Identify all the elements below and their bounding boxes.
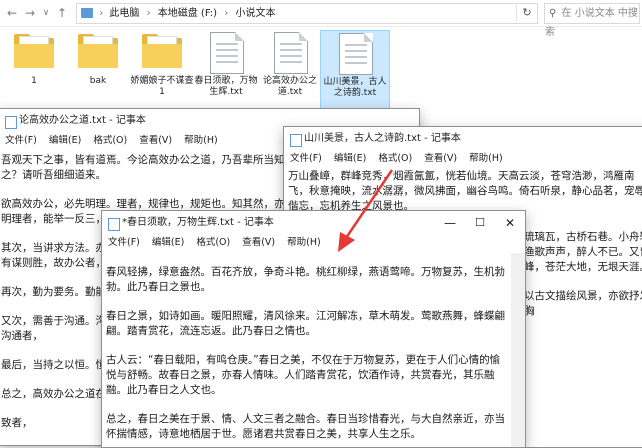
annotation-arrow-icon <box>338 169 394 252</box>
